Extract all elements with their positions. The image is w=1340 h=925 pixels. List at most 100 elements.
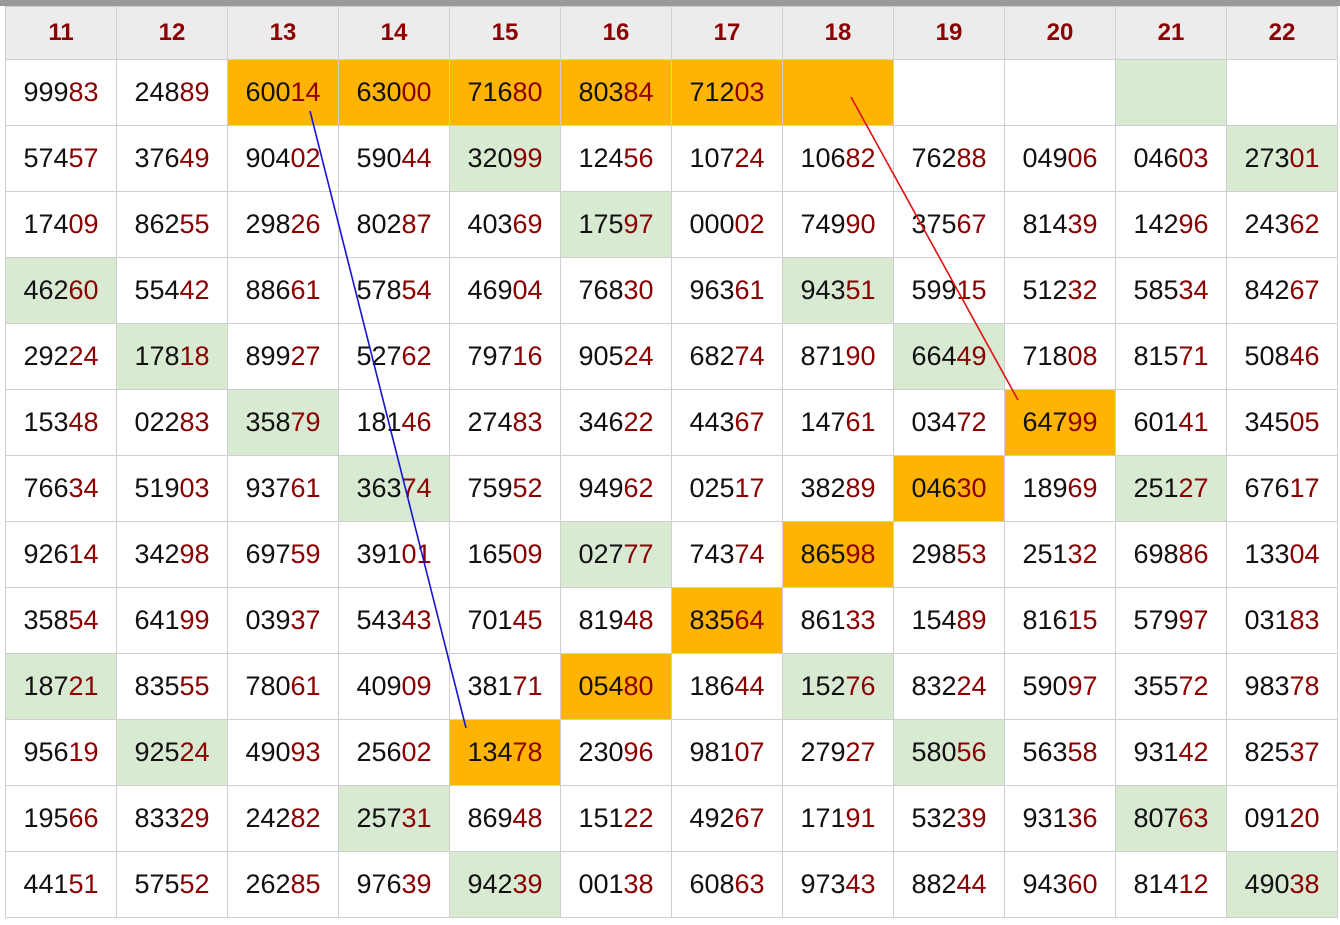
grid-cell[interactable]: 60141: [1115, 389, 1227, 456]
grid-cell[interactable]: 76288: [893, 125, 1005, 192]
grid-cell[interactable]: 56358: [1004, 719, 1116, 786]
grid-cell[interactable]: 34622: [560, 389, 672, 456]
grid-cell[interactable]: 14296: [1115, 191, 1227, 258]
grid-cell[interactable]: 38289: [782, 455, 894, 522]
grid-cell[interactable]: 71808: [1004, 323, 1116, 390]
grid-cell[interactable]: 02517: [671, 455, 783, 522]
grid-cell[interactable]: 81948: [560, 587, 672, 654]
grid-cell[interactable]: 92524: [116, 719, 228, 786]
grid-cell[interactable]: [1226, 59, 1338, 126]
grid-cell[interactable]: 25132: [1004, 521, 1116, 588]
grid-cell[interactable]: 12456: [560, 125, 672, 192]
grid-cell[interactable]: 02777: [560, 521, 672, 588]
grid-cell[interactable]: 99983: [5, 59, 117, 126]
grid-cell[interactable]: 18146: [338, 389, 450, 456]
grid-cell[interactable]: 51232: [1004, 257, 1116, 324]
grid-cell[interactable]: 35572: [1115, 653, 1227, 720]
grid-cell[interactable]: 03937: [227, 587, 339, 654]
grid-cell[interactable]: 38171: [449, 653, 561, 720]
grid-cell[interactable]: 26285: [227, 851, 339, 918]
grid-cell[interactable]: 49038: [1226, 851, 1338, 918]
grid-cell[interactable]: 86598: [782, 521, 894, 588]
grid-cell[interactable]: 36374: [338, 455, 450, 522]
grid-cell[interactable]: 84267: [1226, 257, 1338, 324]
grid-cell[interactable]: 94360: [1004, 851, 1116, 918]
grid-cell[interactable]: 35879: [227, 389, 339, 456]
grid-cell[interactable]: 04906: [1004, 125, 1116, 192]
grid-cell[interactable]: 98107: [671, 719, 783, 786]
grid-cell[interactable]: 88244: [893, 851, 1005, 918]
grid-cell[interactable]: 24889: [116, 59, 228, 126]
grid-cell[interactable]: 17191: [782, 785, 894, 852]
grid-cell[interactable]: 67617: [1226, 455, 1338, 522]
grid-cell[interactable]: 10682: [782, 125, 894, 192]
grid-cell[interactable]: 64199: [116, 587, 228, 654]
grid-cell[interactable]: 15276: [782, 653, 894, 720]
grid-cell[interactable]: 46904: [449, 257, 561, 324]
grid-cell[interactable]: 75952: [449, 455, 561, 522]
grid-cell[interactable]: 34505: [1226, 389, 1338, 456]
grid-cell[interactable]: 40909: [338, 653, 450, 720]
grid-cell[interactable]: 59097: [1004, 653, 1116, 720]
grid-cell[interactable]: 81571: [1115, 323, 1227, 390]
grid-cell[interactable]: 70145: [449, 587, 561, 654]
grid-cell[interactable]: 79716: [449, 323, 561, 390]
grid-cell[interactable]: 96361: [671, 257, 783, 324]
grid-cell[interactable]: 54343: [338, 587, 450, 654]
grid-cell[interactable]: 13478: [449, 719, 561, 786]
grid-cell[interactable]: 59044: [338, 125, 450, 192]
grid-cell[interactable]: 57854: [338, 257, 450, 324]
grid-cell[interactable]: [1004, 59, 1116, 126]
grid-cell[interactable]: 53239: [893, 785, 1005, 852]
grid-cell[interactable]: 27927: [782, 719, 894, 786]
grid-cell[interactable]: 58534: [1115, 257, 1227, 324]
grid-cell[interactable]: 55442: [116, 257, 228, 324]
grid-cell[interactable]: 92614: [5, 521, 117, 588]
grid-cell[interactable]: 83329: [116, 785, 228, 852]
grid-cell[interactable]: 52762: [338, 323, 450, 390]
grid-cell[interactable]: 68274: [671, 323, 783, 390]
grid-cell[interactable]: 60014: [227, 59, 339, 126]
grid-cell[interactable]: 94351: [782, 257, 894, 324]
grid-cell[interactable]: 93136: [1004, 785, 1116, 852]
grid-cell[interactable]: 80384: [560, 59, 672, 126]
grid-cell[interactable]: 49093: [227, 719, 339, 786]
grid-cell[interactable]: 78061: [227, 653, 339, 720]
grid-cell[interactable]: 03183: [1226, 587, 1338, 654]
grid-cell[interactable]: 81615: [1004, 587, 1116, 654]
grid-cell[interactable]: 18721: [5, 653, 117, 720]
grid-cell[interactable]: [893, 59, 1005, 126]
grid-cell[interactable]: 16509: [449, 521, 561, 588]
grid-cell[interactable]: 40369: [449, 191, 561, 258]
grid-cell[interactable]: 51903: [116, 455, 228, 522]
grid-cell[interactable]: 18644: [671, 653, 783, 720]
grid-cell[interactable]: 04603: [1115, 125, 1227, 192]
grid-cell[interactable]: 25127: [1115, 455, 1227, 522]
grid-cell[interactable]: 03472: [893, 389, 1005, 456]
grid-cell[interactable]: 29826: [227, 191, 339, 258]
grid-cell[interactable]: 57457: [5, 125, 117, 192]
grid-cell[interactable]: [1115, 59, 1227, 126]
grid-cell[interactable]: 37567: [893, 191, 1005, 258]
grid-cell[interactable]: 94962: [560, 455, 672, 522]
grid-cell[interactable]: 89927: [227, 323, 339, 390]
grid-cell[interactable]: 80287: [338, 191, 450, 258]
grid-cell[interactable]: 97639: [338, 851, 450, 918]
grid-cell[interactable]: 32099: [449, 125, 561, 192]
grid-cell[interactable]: 17818: [116, 323, 228, 390]
grid-cell[interactable]: 02283: [116, 389, 228, 456]
grid-cell[interactable]: 74374: [671, 521, 783, 588]
grid-cell[interactable]: 57997: [1115, 587, 1227, 654]
grid-cell[interactable]: 69759: [227, 521, 339, 588]
grid-cell[interactable]: 66449: [893, 323, 1005, 390]
grid-cell[interactable]: 64799: [1004, 389, 1116, 456]
grid-cell[interactable]: 49267: [671, 785, 783, 852]
grid-cell[interactable]: 34298: [116, 521, 228, 588]
grid-cell[interactable]: 05480: [560, 653, 672, 720]
grid-cell[interactable]: 86948: [449, 785, 561, 852]
grid-cell[interactable]: 76634: [5, 455, 117, 522]
grid-cell[interactable]: 90524: [560, 323, 672, 390]
grid-cell[interactable]: 86255: [116, 191, 228, 258]
grid-cell[interactable]: 60863: [671, 851, 783, 918]
grid-cell[interactable]: 98378: [1226, 653, 1338, 720]
